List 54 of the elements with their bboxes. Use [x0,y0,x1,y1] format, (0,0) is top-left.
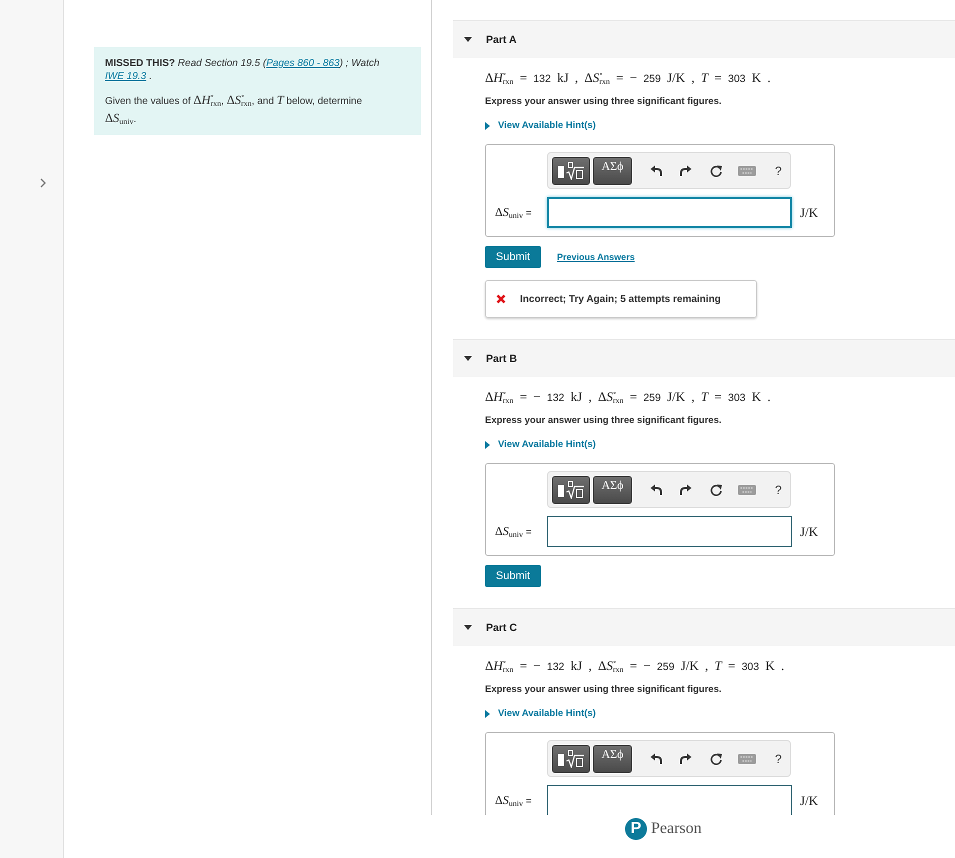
logo-text: Pearson [651,819,702,839]
prompt-text: Given the values of ΔH$^{∘}$$_{rxn}$, ΔS$^{∘}$$_{rxn}$, and T below, determine ΔS$_{univ}$. [105,92,364,128]
answer-label: ΔS$_{univ}$ = [495,524,533,539]
reference-link[interactable]: IWE 19.3 [105,71,146,82]
help-button[interactable]: ? [775,164,782,178]
previous-answers-link[interactable]: Previous Answers [557,252,635,262]
answer-input[interactable] [547,785,792,815]
hint-toggle[interactable]: View Available Hint(s) [485,438,596,452]
templates-button[interactable] [552,156,590,184]
help-button[interactable]: ? [775,482,782,496]
redo-icon[interactable] [680,165,692,176]
instruction-text: Express your answer using three significant figures. [485,683,723,697]
templates-button[interactable] [552,476,590,504]
answer-input[interactable] [547,516,792,547]
answer-label: ΔS$_{univ}$ = [495,205,533,220]
part-toggle[interactable]: Part A [453,20,955,58]
answer-input[interactable] [547,197,792,228]
help-button[interactable]: ? [775,752,782,766]
submit-button[interactable]: Submit [485,246,541,268]
redo-icon[interactable] [680,484,692,495]
reset-icon[interactable] [710,752,722,764]
given-values: ΔH$^{∘}$$_{rxn}$ = − 132 kJ , ΔS$^{∘}$$_{rxn}$ = − 259 J/K , T = 303 K . [485,657,786,676]
unit-label: J/K [800,204,818,220]
undo-icon[interactable] [650,753,662,764]
root-template-icon [557,480,585,498]
redo-icon[interactable] [680,753,692,764]
root-template-icon [557,750,585,768]
symbols-button[interactable]: ΑΣϕ [593,476,632,504]
given-values: ΔH$^{∘}$$_{rxn}$ = − 132 kJ , ΔS$^{∘}$$_{rxn}$ = 259 J/K , T = 303 K . [485,388,772,407]
hint-toggle[interactable]: View Available Hint(s) [485,119,596,133]
chevron-right-icon[interactable] [40,178,46,188]
templates-button[interactable] [552,744,590,772]
missed-this-text: MISSED THIS? Read Section 19.5 (Pages 860 - 863) ; Watch IWE 19.3 . [105,57,380,83]
reset-icon[interactable] [710,164,722,176]
part-toggle[interactable]: Part B [453,339,955,377]
undo-icon[interactable] [650,484,662,495]
symbols-button[interactable]: ΑΣϕ [593,156,632,184]
given-values: ΔH$^{∘}$$_{rxn}$ = 132 kJ , ΔS$^{∘}$$_{rxn}$ = − 259 J/K , T = 303 K . [485,69,772,88]
instruction-text: Express your answer using three significant figures. [485,95,723,109]
part-toggle[interactable]: Part C [453,608,955,646]
instruction-text: Express your answer using three significant figures. [485,414,723,428]
reference-link[interactable]: Pages 860 - 863 [266,58,340,69]
answer-label: ΔS$_{univ}$ = [495,793,533,808]
undo-icon[interactable] [650,165,662,176]
unit-label: J/K [800,524,818,540]
cross-icon [496,294,506,304]
reset-icon[interactable] [710,484,722,496]
hint-toggle[interactable]: View Available Hint(s) [485,707,596,721]
submit-button[interactable]: Submit [485,565,541,587]
root-template-icon [557,162,585,180]
unit-label: J/K [800,792,818,808]
logo-mark: P [625,818,647,840]
feedback-text: Incorrect; Try Again; 5 attempts remaining [520,294,721,304]
symbols-button[interactable]: ΑΣϕ [593,744,632,772]
